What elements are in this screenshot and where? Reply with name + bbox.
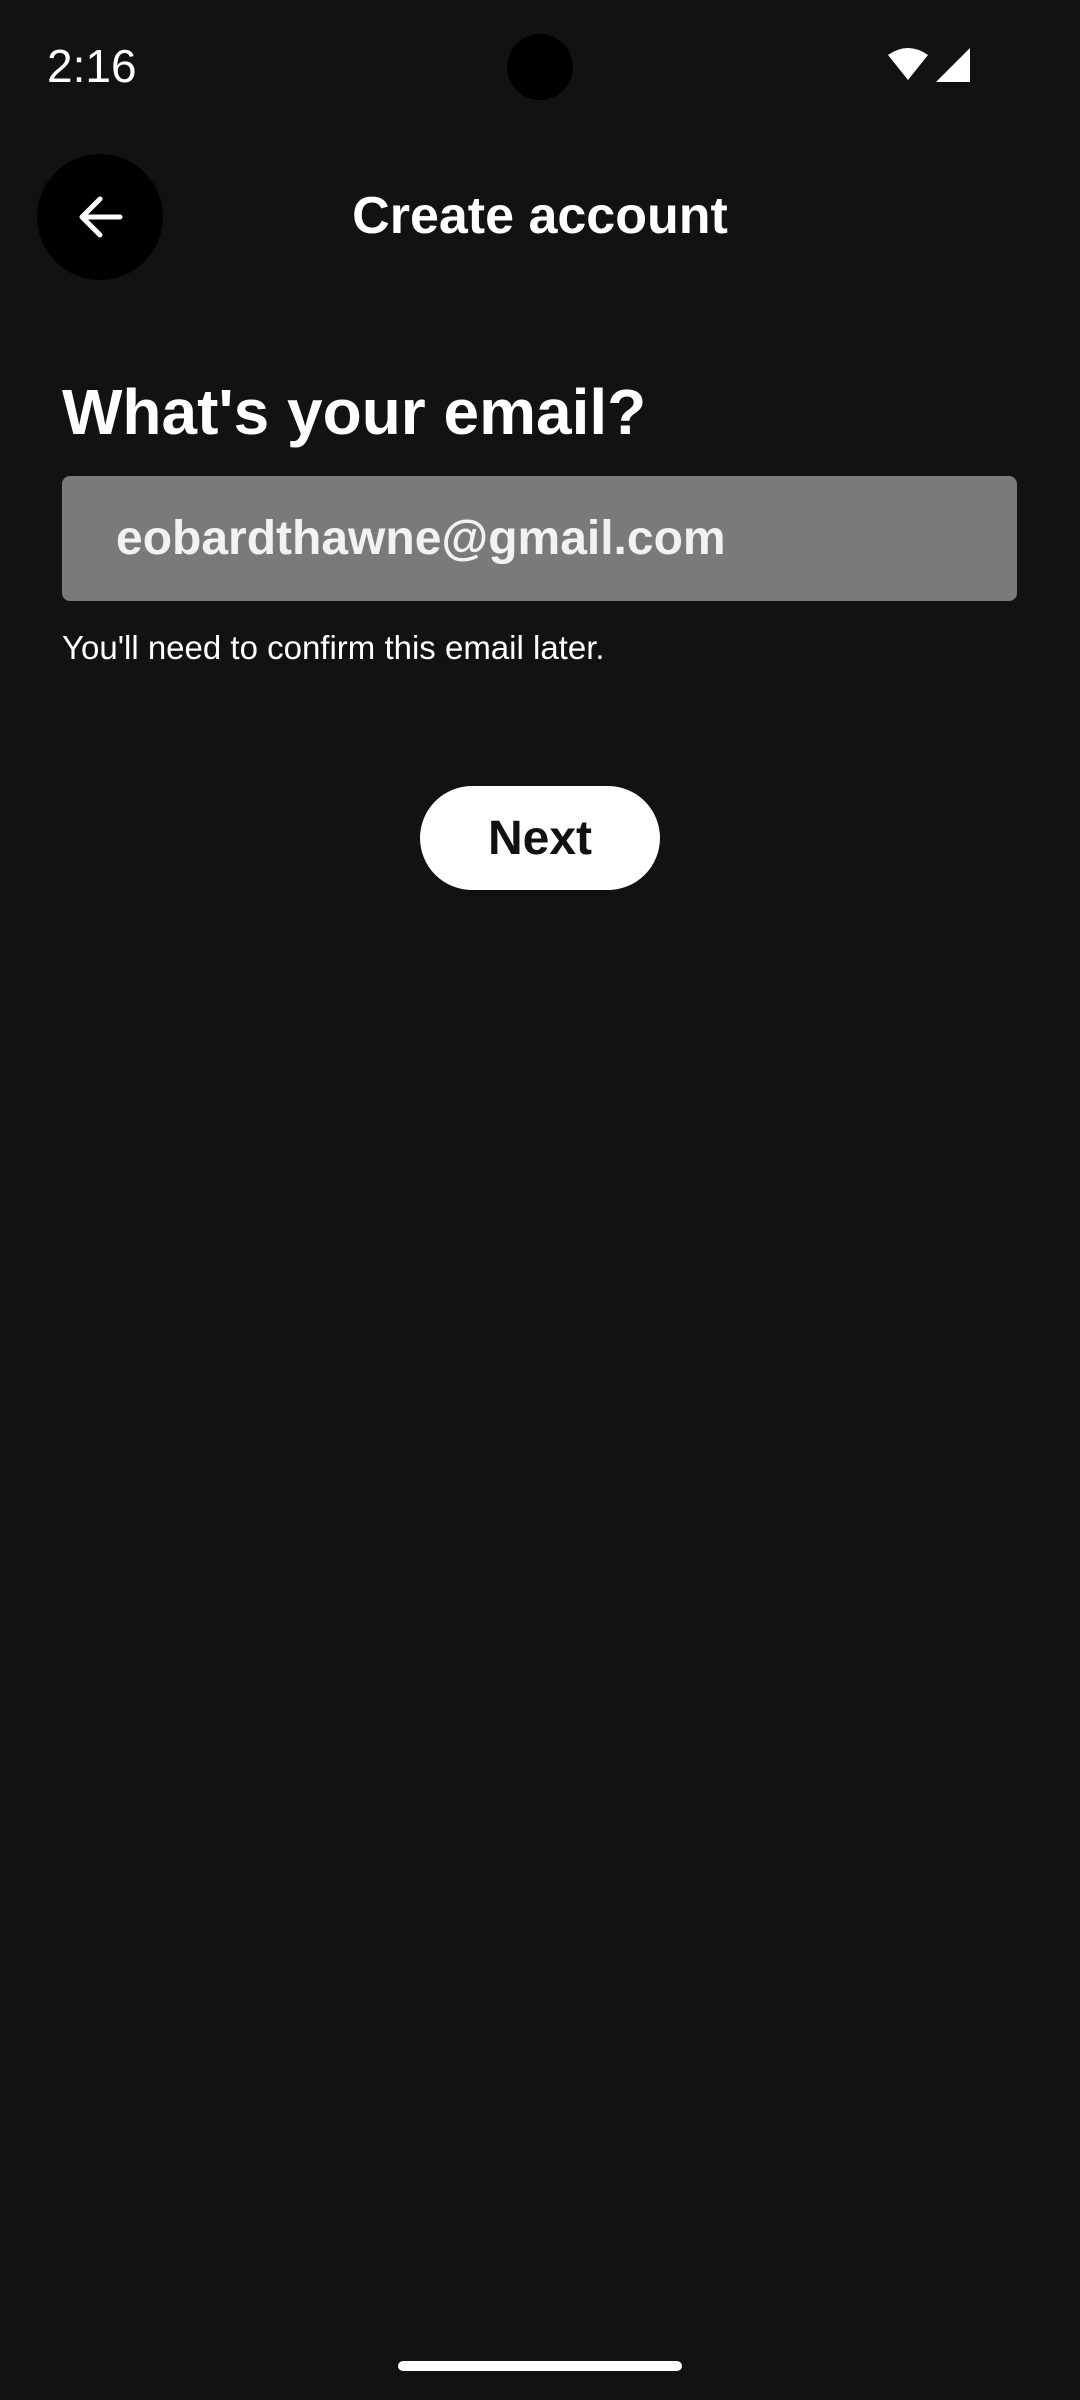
status-bar: 2:16 (0, 0, 1080, 130)
home-indicator[interactable] (398, 2361, 682, 2371)
status-time: 2:16 (47, 40, 137, 92)
cellular-signal-icon (936, 48, 970, 82)
camera-cutout (507, 34, 573, 100)
email-field[interactable]: eobardthawne@gmail.com (62, 476, 1017, 601)
status-icons (888, 48, 998, 88)
app-header: Create account (0, 150, 1080, 282)
wifi-icon (888, 48, 928, 80)
email-field-value: eobardthawne@gmail.com (116, 512, 726, 565)
email-heading: What's your email? (62, 376, 647, 448)
back-button[interactable] (37, 154, 163, 280)
arrow-left-icon (79, 196, 123, 238)
next-button[interactable]: Next (420, 786, 660, 890)
email-hint: You'll need to confirm this email later. (62, 629, 605, 666)
